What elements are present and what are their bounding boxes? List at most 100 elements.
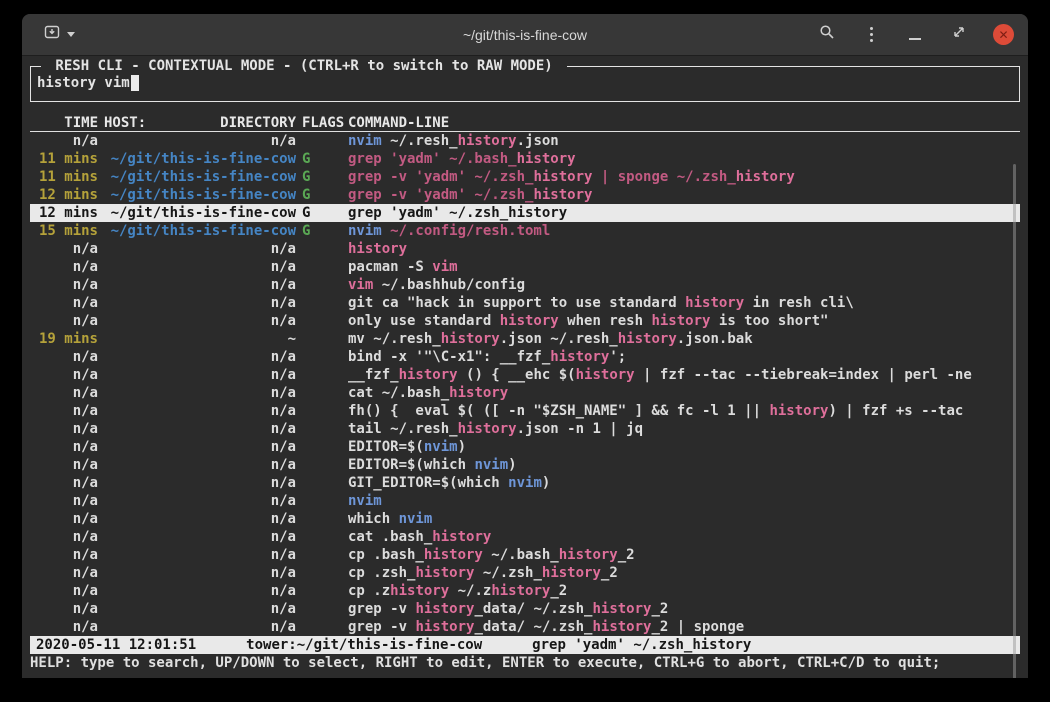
table-row[interactable]: n/an/abind -x '"\C-x1": __fzf_history';	[30, 348, 1020, 366]
close-icon: ✕	[998, 28, 1008, 42]
table-row[interactable]: 11 mins~/git/this-is-fine-cowGgrep -v 'y…	[30, 168, 1020, 186]
flags-cell: G	[302, 150, 344, 168]
time-cell: n/a	[34, 546, 98, 564]
search-query[interactable]: history vim	[37, 75, 139, 91]
scrollbar[interactable]	[1013, 164, 1016, 678]
command-cell: which nvim	[348, 510, 1020, 528]
command-cell: fh() { eval $( ([ -n "$ZSH_NAME" ] && fc…	[348, 402, 1020, 420]
flags-cell: G	[302, 222, 344, 240]
time-cell: n/a	[34, 528, 98, 546]
status-bar: 2020-05-11 12:01:51 tower:~/git/this-is-…	[30, 636, 1020, 654]
time-cell: n/a	[34, 366, 98, 384]
time-cell: n/a	[34, 456, 98, 474]
table-row[interactable]: 15 mins~/git/this-is-fine-cowGnvim ~/.co…	[30, 222, 1020, 240]
table-row[interactable]: n/an/acat ~/.bash_history	[30, 384, 1020, 402]
table-row[interactable]: 19 mins~mv ~/.resh_history.json ~/.resh_…	[30, 330, 1020, 348]
command-cell: cat .bash_history	[348, 528, 1020, 546]
header-host-directory: HOST:DIRECTORY	[104, 114, 296, 131]
table-header: TIME HOST:DIRECTORY FLAGS COMMAND-LINE	[30, 114, 1020, 132]
time-cell: n/a	[34, 132, 98, 150]
command-cell: cat ~/.bash_history	[348, 384, 1020, 402]
flags-cell	[302, 564, 344, 582]
minimize-button[interactable]	[905, 25, 925, 45]
flags-cell	[302, 240, 344, 258]
time-cell: n/a	[34, 384, 98, 402]
flags-cell	[302, 258, 344, 276]
terminal[interactable]: RESH CLI - CONTEXTUAL MODE - (CTRL+R to …	[22, 56, 1028, 678]
command-cell: EDITOR=$(nvim)	[348, 438, 1020, 456]
directory-cell: ~	[104, 330, 296, 348]
table-row[interactable]: n/an/anvim ~/.resh_history.json	[30, 132, 1020, 150]
command-cell: tail ~/.resh_history.json -n 1 | jq	[348, 420, 1020, 438]
table-row[interactable]: 12 mins~/git/this-is-fine-cowGgrep 'yadm…	[30, 204, 1020, 222]
table-row[interactable]: n/an/avim ~/.bashhub/config	[30, 276, 1020, 294]
table-row[interactable]: n/an/awhich nvim	[30, 510, 1020, 528]
table-row[interactable]: 12 mins~/git/this-is-fine-cowGgrep -v 'y…	[30, 186, 1020, 204]
flags-cell	[302, 132, 344, 150]
time-cell: n/a	[34, 618, 98, 636]
terminal-window: ~/git/this-is-fine-cow	[22, 14, 1028, 678]
table-row[interactable]: n/an/aEDITOR=$(nvim)	[30, 438, 1020, 456]
new-tab-button[interactable]	[36, 19, 83, 50]
command-cell: EDITOR=$(which nvim)	[348, 456, 1020, 474]
directory-cell: n/a	[104, 294, 296, 312]
flags-cell	[302, 456, 344, 474]
table-row[interactable]: n/an/acp .zsh_history ~/.zsh_history_2	[30, 564, 1020, 582]
flags-cell	[302, 366, 344, 384]
flags-cell: G	[302, 186, 344, 204]
status-command: grep 'yadm' ~/.zsh_history	[532, 636, 751, 654]
window-title: ~/git/this-is-fine-cow	[266, 27, 784, 43]
table-row[interactable]: n/an/atail ~/.resh_history.json -n 1 | j…	[30, 420, 1020, 438]
directory-cell: n/a	[104, 366, 296, 384]
table-row[interactable]: n/an/ahistory	[30, 240, 1020, 258]
search-button[interactable]	[817, 25, 837, 45]
table-row[interactable]: n/an/a__fzf_history () { __ehc $(history…	[30, 366, 1020, 384]
flags-cell	[302, 438, 344, 456]
time-cell: 12 mins	[34, 186, 98, 204]
flags-cell	[302, 546, 344, 564]
time-cell: n/a	[34, 348, 98, 366]
restore-button[interactable]	[949, 25, 969, 45]
time-cell: n/a	[34, 294, 98, 312]
directory-cell: ~/git/this-is-fine-cow	[104, 204, 296, 222]
flags-cell	[302, 276, 344, 294]
command-cell: grep -v history_data/ ~/.zsh_history_2 |…	[348, 618, 1020, 636]
table-row[interactable]: n/a n/a cat .bash_history	[30, 528, 1020, 546]
flags-cell	[302, 492, 344, 510]
table-row[interactable]: n/an/aGIT_EDITOR=$(which nvim)	[30, 474, 1020, 492]
flags-cell: G	[302, 168, 344, 186]
time-cell: 15 mins	[34, 222, 98, 240]
titlebar[interactable]: ~/git/this-is-fine-cow	[22, 14, 1028, 56]
time-cell: n/a	[34, 420, 98, 438]
table-row[interactable]: n/a n/a pacman -S vim	[30, 258, 1020, 276]
time-cell: n/a	[34, 258, 98, 276]
flags-cell	[302, 420, 344, 438]
directory-cell: n/a	[104, 618, 296, 636]
table-row[interactable]: n/an/acp .bash_history ~/.bash_history_2	[30, 546, 1020, 564]
table-row[interactable]: 11 mins~/git/this-is-fine-cowGgrep 'yadm…	[30, 150, 1020, 168]
history-rows: n/an/anvim ~/.resh_history.json 11 mins~/…	[30, 132, 1020, 636]
directory-cell: n/a	[104, 258, 296, 276]
menu-button[interactable]	[861, 25, 881, 45]
directory-cell: ~/git/this-is-fine-cow	[104, 150, 296, 168]
header-directory: DIRECTORY	[220, 114, 296, 131]
search-box-title: RESH CLI - CONTEXTUAL MODE - (CTRL+R to …	[41, 58, 567, 74]
table-row[interactable]: n/an/anvim	[30, 492, 1020, 510]
directory-cell: n/a	[104, 528, 296, 546]
table-row[interactable]: n/an/agrep -v history_data/ ~/.zsh_histo…	[30, 600, 1020, 618]
table-row[interactable]: n/an/acp .zhistory ~/.zhistory_2	[30, 582, 1020, 600]
flags-cell	[302, 330, 344, 348]
table-row[interactable]: n/an/afh() { eval $( ([ -n "$ZSH_NAME" ]…	[30, 402, 1020, 420]
table-row[interactable]: n/an/agit ca "hack in support to use sta…	[30, 294, 1020, 312]
text-cursor	[131, 75, 139, 91]
directory-cell: n/a	[104, 240, 296, 258]
command-cell: pacman -S vim	[348, 258, 1020, 276]
table-row[interactable]: n/an/aEDITOR=$(which nvim)	[30, 456, 1020, 474]
table-row[interactable]: n/an/aonly use standard history when res…	[30, 312, 1020, 330]
time-cell: n/a	[34, 240, 98, 258]
close-button[interactable]: ✕	[993, 24, 1014, 45]
new-terminal-icon	[44, 24, 60, 45]
restore-window-icon	[951, 24, 967, 45]
flags-cell	[302, 510, 344, 528]
table-row[interactable]: n/a n/a grep -v history_data/ ~/.zsh_histo…	[30, 618, 1020, 636]
